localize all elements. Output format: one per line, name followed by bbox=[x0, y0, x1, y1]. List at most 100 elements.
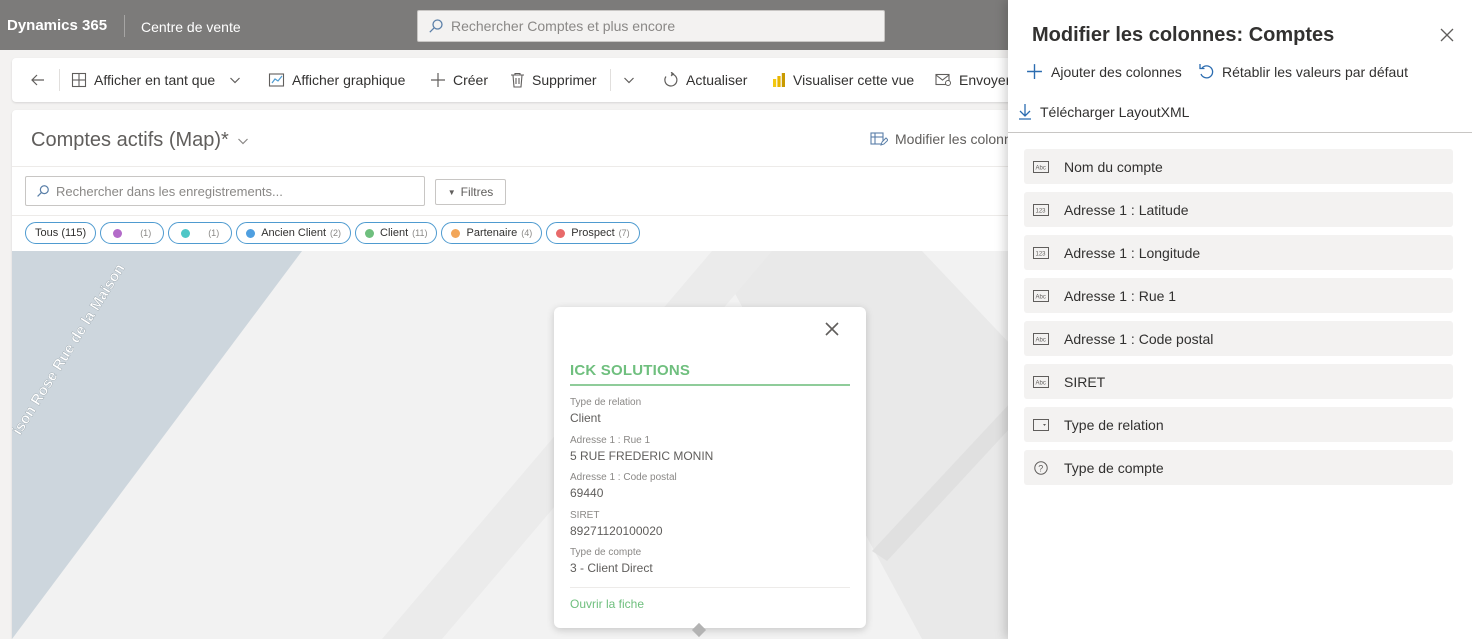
text-field-icon: Abc bbox=[1033, 160, 1049, 173]
close-icon bbox=[1440, 28, 1454, 42]
show-as-label: Afficher en tant que bbox=[94, 72, 216, 88]
column-label: Type de compte bbox=[1064, 459, 1164, 476]
color-dot bbox=[246, 228, 256, 238]
chip-all[interactable]: Tous (115) bbox=[25, 222, 97, 244]
chip-ancien-client[interactable]: Ancien Client (2) bbox=[236, 222, 352, 244]
popup-field-value: 5 RUE FREDERIC MONIN bbox=[570, 449, 714, 463]
more-commands-button[interactable] bbox=[623, 58, 642, 102]
view-selector[interactable]: Comptes actifs (Map)* bbox=[31, 129, 249, 152]
create-button[interactable]: Créer bbox=[430, 58, 488, 102]
popup-field: Type de compte 3 - Client Direct bbox=[570, 547, 653, 575]
reset-defaults-button[interactable]: Rétablir les valeurs par défaut bbox=[1198, 63, 1408, 80]
column-label: Adresse 1 : Latitude bbox=[1064, 201, 1189, 218]
popup-field: SIRET 89271120100020 bbox=[570, 510, 663, 538]
number-field-icon: 123 bbox=[1033, 246, 1049, 259]
global-search-input[interactable]: Rechercher Comptes et plus encore bbox=[417, 10, 885, 42]
chip-client[interactable]: Client (11) bbox=[355, 222, 438, 244]
column-label: Type de relation bbox=[1064, 416, 1164, 433]
column-label: Nom du compte bbox=[1064, 158, 1163, 175]
search-icon bbox=[37, 185, 49, 197]
column-label: Adresse 1 : Code postal bbox=[1064, 330, 1214, 347]
text-field-icon: Abc bbox=[1033, 375, 1049, 388]
grid-layout-icon bbox=[71, 72, 87, 88]
color-dot bbox=[181, 228, 191, 238]
refresh-button[interactable]: Actualiser bbox=[663, 58, 747, 102]
popup-field-label: Type de relation bbox=[570, 397, 642, 408]
column-label: Adresse 1 : Rue 1 bbox=[1064, 287, 1177, 304]
popup-title-underline bbox=[570, 384, 850, 386]
column-item[interactable]: 123 Adresse 1 : Latitude bbox=[1024, 192, 1453, 227]
popup-field-value: 89271120100020 bbox=[570, 524, 663, 538]
popup-close-button[interactable] bbox=[824, 321, 840, 340]
panel-title: Modifier les colonnes: Comptes bbox=[1032, 24, 1335, 46]
divider bbox=[12, 215, 1012, 216]
column-item[interactable]: ? Type de compte bbox=[1024, 450, 1453, 485]
column-item[interactable]: Abc Adresse 1 : Code postal bbox=[1024, 321, 1453, 356]
popup-field-label: Type de compte bbox=[570, 547, 642, 558]
visualize-view-button[interactable]: Visualiser cette vue bbox=[772, 58, 914, 102]
reset-defaults-label: Rétablir les valeurs par défaut bbox=[1222, 63, 1408, 80]
visualize-view-label: Visualiser cette vue bbox=[793, 72, 915, 88]
edit-columns-label: Modifier les colonnes bbox=[895, 131, 1027, 147]
app-name[interactable]: Centre de vente bbox=[141, 19, 241, 35]
send-button[interactable]: Envoyer bbox=[935, 58, 1010, 102]
popup-field-value: Client bbox=[570, 411, 601, 425]
record-search-placeholder: Rechercher dans les enregistrements... bbox=[56, 183, 283, 199]
column-item[interactable]: 123 Adresse 1 : Longitude bbox=[1024, 235, 1453, 270]
close-icon bbox=[825, 322, 839, 336]
svg-text:Abc: Abc bbox=[1036, 294, 1046, 300]
color-dot bbox=[556, 228, 566, 238]
color-dot bbox=[451, 228, 461, 238]
send-label: Envoyer bbox=[959, 72, 1011, 88]
back-arrow-icon bbox=[31, 74, 44, 86]
back-button[interactable] bbox=[30, 58, 53, 102]
chip-teal[interactable]: (1) bbox=[168, 222, 233, 244]
show-as-button[interactable]: Afficher en tant que bbox=[71, 58, 241, 102]
popup-field-label: Adresse 1 : Code postal bbox=[570, 472, 677, 483]
filters-button[interactable]: ▼ Filtres bbox=[435, 179, 506, 205]
column-list: Abc Nom du compte 123 Adresse 1 : Latitu… bbox=[1024, 149, 1453, 493]
add-columns-button[interactable]: Ajouter des colonnes bbox=[1026, 63, 1182, 80]
command-bar: Afficher en tant que Afficher graphique … bbox=[12, 58, 1012, 102]
divider bbox=[1008, 132, 1472, 133]
popup-field-value: 69440 bbox=[570, 486, 604, 500]
legend-chips: Tous (115) (1) (1) Ancien Client (2) Clie… bbox=[25, 222, 640, 244]
color-dot bbox=[113, 228, 123, 238]
show-chart-button[interactable]: Afficher graphique bbox=[268, 58, 405, 102]
chip-partenaire[interactable]: Partenaire (4) bbox=[441, 222, 543, 244]
chevron-down-icon bbox=[624, 77, 634, 84]
popup-field: Adresse 1 : Code postal 69440 bbox=[570, 472, 677, 500]
edit-columns-icon bbox=[870, 132, 888, 146]
column-label: Adresse 1 : Longitude bbox=[1064, 244, 1201, 261]
email-link-icon bbox=[935, 73, 951, 86]
add-columns-label: Ajouter des colonnes bbox=[1051, 63, 1182, 80]
column-item[interactable]: Abc Nom du compte bbox=[1024, 149, 1453, 184]
divider bbox=[12, 166, 1012, 167]
delete-button[interactable]: Supprimer bbox=[510, 58, 597, 102]
popup-field-label: Adresse 1 : Rue 1 bbox=[570, 435, 651, 446]
global-search-placeholder: Rechercher Comptes et plus encore bbox=[451, 18, 676, 34]
search-icon bbox=[429, 19, 443, 33]
popup-field: Type de relation Client bbox=[570, 397, 641, 425]
column-item[interactable]: Type de relation bbox=[1024, 407, 1453, 442]
chip-purple[interactable]: (1) bbox=[100, 222, 165, 244]
edit-columns-button[interactable]: Modifier les colonnes bbox=[870, 131, 1027, 147]
record-search-input[interactable]: Rechercher dans les enregistrements... bbox=[25, 176, 425, 206]
chip-prospect[interactable]: Prospect (7) bbox=[546, 222, 640, 244]
number-field-icon: 123 bbox=[1033, 203, 1049, 216]
refresh-icon bbox=[664, 72, 678, 87]
trash-icon bbox=[511, 72, 524, 88]
text-field-icon: Abc bbox=[1033, 332, 1049, 345]
map-canvas[interactable]: ison Rose Rue de la Maison ICK SOLUTIONS… bbox=[12, 251, 1012, 639]
column-item[interactable]: Abc Adresse 1 : Rue 1 bbox=[1024, 278, 1453, 313]
column-item[interactable]: Abc SIRET bbox=[1024, 364, 1453, 399]
panel-close-button[interactable] bbox=[1440, 28, 1454, 45]
brand-name[interactable]: Dynamics 365 bbox=[7, 17, 107, 34]
create-label: Créer bbox=[453, 72, 489, 88]
filters-label: Filtres bbox=[460, 185, 494, 199]
popup-field-value: 3 - Client Direct bbox=[570, 561, 653, 575]
color-dot bbox=[365, 228, 375, 238]
download-layoutxml-button[interactable]: Télécharger LayoutXML bbox=[1018, 103, 1189, 120]
refresh-label: Actualiser bbox=[686, 72, 748, 88]
open-record-link[interactable]: Ouvrir la fiche bbox=[570, 597, 644, 611]
